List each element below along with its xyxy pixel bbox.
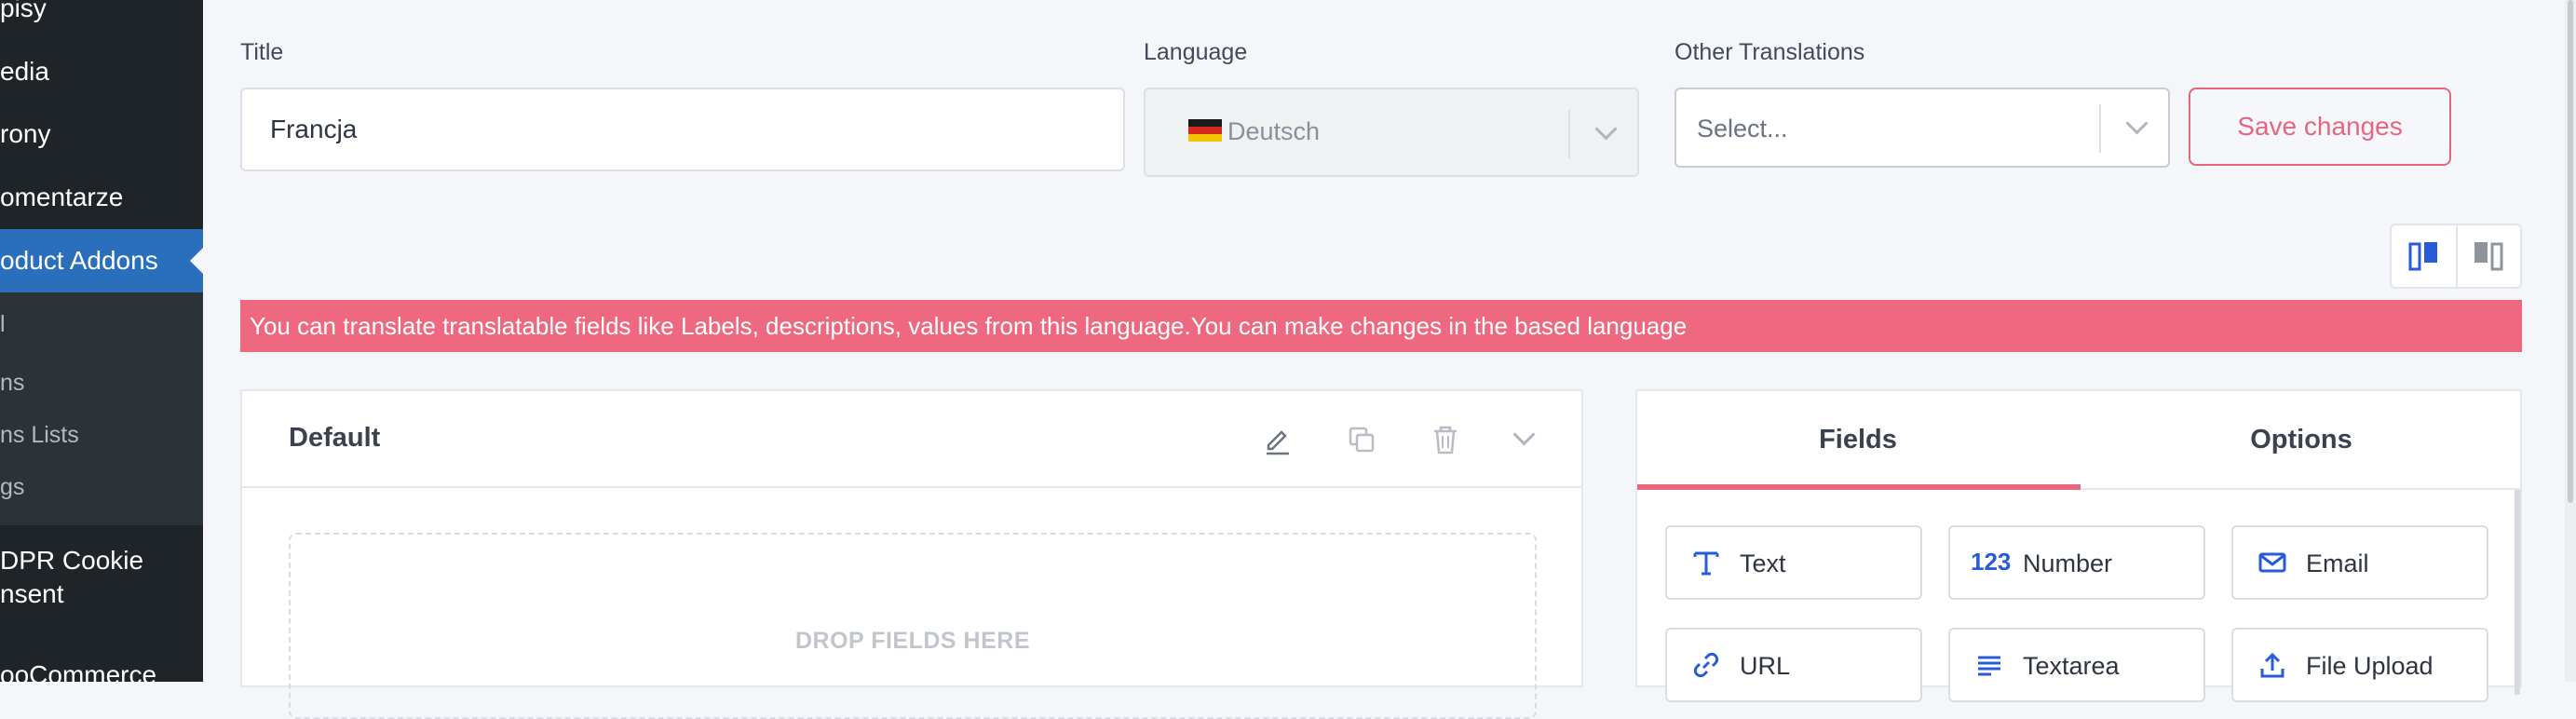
sidebar-item-comments[interactable]: omentarze <box>0 182 123 213</box>
field-url-button[interactable]: URL <box>1665 628 1922 702</box>
translation-notice-banner: You can translate translatable fields li… <box>240 300 2522 352</box>
title-input[interactable]: Francja <box>240 88 1125 171</box>
sidebar-item-gdpr-consent[interactable]: nsent <box>0 578 64 610</box>
chevron-down-icon <box>1594 117 1618 141</box>
upload-icon <box>2257 650 2287 680</box>
field-label: Email <box>2306 549 2369 577</box>
language-value: Deutsch <box>1227 117 1321 145</box>
sidebar-item-pages[interactable]: rony <box>0 118 50 150</box>
field-textarea-button[interactable]: Textarea <box>1948 628 2205 702</box>
other-translations-select[interactable]: Select... <box>1674 88 2170 168</box>
field-file-upload-button[interactable]: File Upload <box>2231 628 2488 702</box>
email-icon <box>2257 548 2287 577</box>
link-icon <box>1691 650 1721 680</box>
field-label: URL <box>1740 652 1791 680</box>
field-label: Textarea <box>2023 652 2120 680</box>
default-section-panel: Default DROP FIELDS HERE <box>240 389 1583 719</box>
sidebar-subitem-forms[interactable]: ns <box>0 370 24 397</box>
sidebar-active-arrow <box>190 247 204 275</box>
title-label: Title <box>240 39 284 65</box>
field-label: Number <box>2023 549 2113 577</box>
edit-icon[interactable] <box>1261 423 1295 461</box>
number-icon: 123 <box>1971 548 2012 576</box>
sidebar-item-posts[interactable]: pisy <box>0 0 47 24</box>
textarea-icon <box>1974 650 2004 680</box>
text-icon <box>1691 548 1721 577</box>
duplicate-icon[interactable] <box>1345 423 1378 461</box>
sidebar-subitem-forms-lists[interactable]: ns Lists <box>0 422 79 449</box>
select-divider <box>2099 104 2101 153</box>
field-number-button[interactable]: 123 Number <box>1948 525 2205 600</box>
field-email-button[interactable]: Email <box>2231 525 2488 600</box>
layout-toggle <box>2390 224 2522 289</box>
german-flag-icon <box>1188 119 1222 142</box>
field-text-button[interactable]: Text <box>1665 525 1922 600</box>
other-translations-label: Other Translations <box>1674 39 1865 65</box>
drop-zone[interactable]: DROP FIELDS HERE <box>289 533 1537 719</box>
sidebar-item-woocommerce[interactable]: ooCommerce <box>0 659 156 691</box>
layout-right-icon[interactable] <box>2458 225 2522 287</box>
sidebar-subitem-1[interactable]: l <box>0 311 6 338</box>
fields-options-panel: Fields Options Text 123 Number Email URL… <box>1635 389 2522 702</box>
panel-header: Default <box>242 391 1581 488</box>
tab-options[interactable]: Options <box>2081 391 2522 488</box>
drop-fields-text: DROP FIELDS HERE <box>794 628 1031 654</box>
delete-icon[interactable] <box>1429 423 1462 461</box>
language-label: Language <box>1144 39 1248 65</box>
tab-fields[interactable]: Fields <box>1637 391 2079 488</box>
sidebar-item-gdpr-cookie[interactable]: DPR Cookie <box>0 545 143 577</box>
save-changes-button[interactable]: Save changes <box>2189 88 2451 166</box>
other-translations-placeholder: Select... <box>1697 115 1788 142</box>
select-divider <box>1568 110 1570 158</box>
field-label: File Upload <box>2306 652 2434 680</box>
sidebar-item-media[interactable]: edia <box>0 56 49 88</box>
field-label: Text <box>1740 549 1786 577</box>
page-scrollbar-thumb[interactable] <box>2568 0 2573 503</box>
sidebar-submenu <box>0 292 203 525</box>
chevron-down-icon[interactable] <box>2125 112 2149 135</box>
sidebar-item-product-addons[interactable]: oduct Addons <box>0 245 158 277</box>
language-select: Deutsch <box>1144 88 1639 177</box>
layout-left-icon[interactable] <box>2392 225 2456 287</box>
panel-scrollbar[interactable] <box>2515 490 2520 695</box>
panel-title: Default <box>289 423 381 453</box>
active-tab-indicator <box>1637 484 2081 490</box>
collapse-chevron-icon[interactable] <box>1512 423 1536 446</box>
sidebar-subitem-settings[interactable]: gs <box>0 474 24 501</box>
